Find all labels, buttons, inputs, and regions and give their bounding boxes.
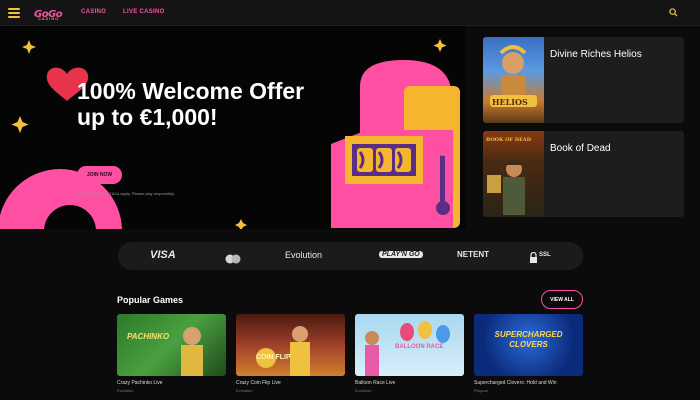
game-title: Crazy Pachinko Live	[117, 380, 163, 386]
logo-subtext: CASINO	[38, 16, 60, 21]
hero-headline-line2: up to €1,000!	[77, 104, 218, 130]
helios-thumb-text: HELIOS	[492, 97, 528, 107]
nav-casino[interactable]: CASINO	[81, 9, 106, 15]
game-title: Crazy Coin Flip Live	[236, 380, 281, 386]
game-provider: Evolution	[355, 388, 372, 393]
game-thumbnail: SUPERCHARGED CLOVERS	[474, 314, 583, 376]
popular-games-heading: Popular Games	[117, 295, 184, 305]
book-of-dead-artwork	[487, 160, 525, 215]
menu-icon[interactable]	[8, 8, 20, 18]
playngo-logo: PLAY'N GO	[379, 251, 423, 258]
game-thumbnail	[483, 37, 544, 123]
game-thumbnail: BALLOON RACE	[355, 314, 464, 376]
game-title: Balloon Race Live	[355, 380, 396, 386]
helios-artwork	[490, 45, 537, 107]
game-card-crazy-pachinko[interactable]: PACHINKO Crazy Pachinko Live Evolution	[117, 314, 226, 400]
featured-game-title: Divine Riches Helios	[550, 49, 642, 60]
ssl-logo: SSL	[539, 252, 551, 258]
game-thumbnail: PACHINKO	[117, 314, 226, 376]
nav-live-casino[interactable]: LIVE CASINO	[123, 9, 165, 15]
hero-headline-line1: 100% Welcome Offer	[77, 78, 305, 104]
game-card-crazy-coin-flip[interactable]: COIN FLIP Crazy Coin Flip Live Evolution	[236, 314, 345, 400]
game-provider: Evolution	[236, 388, 253, 393]
evolution-logo: Evolution	[285, 250, 323, 260]
lock-icon	[529, 250, 538, 263]
hero-terms-text: 18+ Full welcome T&Cs apply. Please play…	[77, 191, 175, 196]
game-thumbnail	[483, 131, 544, 217]
mastercard-logo	[224, 251, 242, 264]
hero-banner[interactable]: 100% Welcome Offer up to €1,000! JOIN NO…	[0, 26, 466, 229]
featured-game-card-book-of-dead[interactable]: BOOK OF DEAD Book of Dead	[483, 131, 684, 217]
game-title: Supercharged Clovers: Hold and Win	[474, 380, 557, 386]
visa-logo: VISA	[150, 249, 176, 261]
game-provider: Playson	[474, 388, 489, 393]
pachinko-thumb-text: PACHINKO	[127, 332, 170, 341]
site-logo[interactable]: GoGo CASINO	[34, 4, 68, 22]
featured-game-card-helios[interactable]: HELIOS Divine Riches Helios	[483, 37, 684, 123]
netent-logo: NETENT	[457, 250, 489, 259]
game-thumbnail: COIN FLIP	[236, 314, 345, 376]
join-now-button[interactable]: JOIN NOW	[77, 166, 122, 184]
view-all-button[interactable]: VIEW ALL	[541, 290, 583, 309]
hero-headline: 100% Welcome Offer up to €1,000!	[77, 78, 347, 130]
top-navigation-bar: GoGo CASINO CASINO LIVE CASINO	[0, 0, 700, 26]
game-card-supercharged-clovers[interactable]: SUPERCHARGED CLOVERS Supercharged Clover…	[474, 314, 583, 400]
clovers-thumb-text: SUPERCHARGED CLOVERS	[494, 330, 563, 349]
payment-providers-strip: VISA Evolution PLAY'N GO NETENT SSL	[118, 242, 583, 270]
game-provider: Evolution	[117, 388, 134, 393]
balloon-race-thumb-text: BALLOON RACE	[395, 344, 444, 350]
book-of-dead-thumb-text: BOOK OF DEAD	[486, 137, 532, 143]
featured-game-title: Book of Dead	[550, 143, 611, 154]
coin-flip-thumb-text: COIN FLIP	[256, 354, 291, 361]
game-card-balloon-race[interactable]: BALLOON RACE Balloon Race Live Evolution	[355, 314, 464, 400]
search-icon[interactable]	[669, 8, 678, 17]
